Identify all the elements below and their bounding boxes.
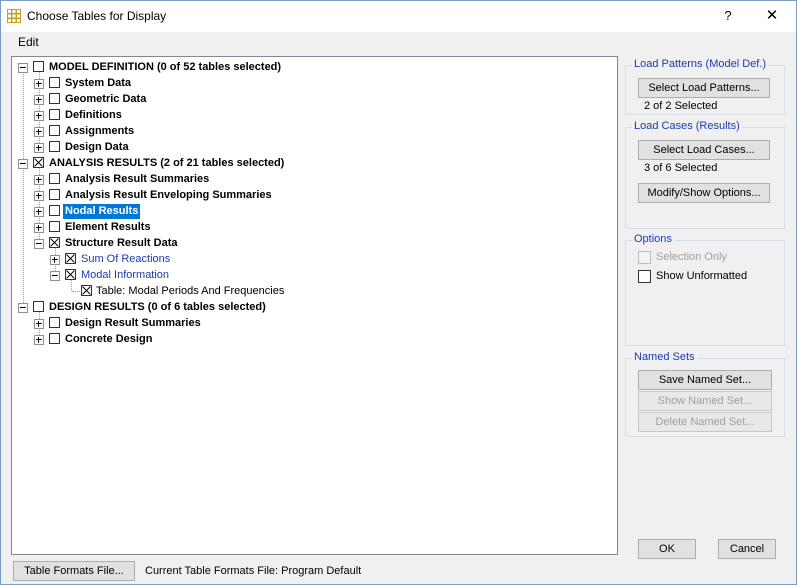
named-sets-title: Named Sets [632, 351, 697, 363]
save-named-set-button[interactable]: Save Named Set... [638, 370, 772, 390]
checkbox[interactable] [49, 77, 60, 88]
node-label: Structure Result Data [65, 237, 178, 249]
expand-icon[interactable] [34, 79, 44, 89]
expand-icon[interactable] [34, 143, 44, 153]
node-label: Analysis Result Summaries [65, 173, 210, 185]
load-patterns-title: Load Patterns (Model Def.) [632, 58, 769, 70]
named-sets-group: Named Sets Save Named Set... Show Named … [625, 351, 785, 437]
checkbox[interactable] [49, 317, 60, 328]
checkbox[interactable] [49, 221, 60, 232]
options-group: Options Selection Only Show Unformatted [625, 233, 785, 346]
collapse-icon[interactable] [18, 63, 28, 73]
options-title: Options [632, 233, 674, 245]
node-label: Design Data [65, 141, 129, 153]
node-label: Element Results [65, 221, 151, 233]
node-label: DESIGN RESULTS (0 of 6 tables selected) [49, 301, 266, 313]
selection-only-checkbox[interactable] [638, 251, 651, 264]
collapse-icon[interactable] [50, 271, 60, 281]
expand-icon[interactable] [34, 175, 44, 185]
ok-button[interactable]: OK [638, 539, 696, 559]
app-grid-icon [7, 9, 21, 23]
checkbox[interactable] [49, 109, 60, 120]
checkbox[interactable] [49, 141, 60, 152]
show-unformatted-checkbox[interactable] [638, 270, 651, 283]
menu-edit[interactable]: Edit [18, 35, 39, 49]
expand-icon[interactable] [34, 191, 44, 201]
expand-icon[interactable] [34, 127, 44, 137]
checkbox[interactable] [49, 93, 60, 104]
expand-icon[interactable] [34, 111, 44, 121]
node-label: Modal Information [81, 269, 170, 281]
tree-line [23, 71, 24, 311]
checkbox[interactable] [81, 285, 92, 296]
expand-icon[interactable] [34, 223, 44, 233]
load-cases-title: Load Cases (Results) [632, 120, 742, 132]
checkbox[interactable] [65, 253, 76, 264]
expand-icon[interactable] [50, 255, 60, 265]
expand-icon[interactable] [34, 335, 44, 345]
table-formats-file-button[interactable]: Table Formats File... [13, 561, 135, 581]
collapse-icon[interactable] [18, 159, 28, 169]
expand-icon[interactable] [34, 319, 44, 329]
show-named-set-button[interactable]: Show Named Set... [638, 391, 772, 411]
node-label: Nodal Results [63, 204, 141, 219]
tables-tree[interactable]: MODEL DEFINITION (0 of 52 tables selecte… [11, 56, 618, 555]
expand-icon[interactable] [34, 95, 44, 105]
title-bar: Choose Tables for Display ? ✕ [1, 1, 796, 32]
help-button[interactable]: ? [718, 5, 738, 27]
cancel-button[interactable]: Cancel [718, 539, 776, 559]
dialog-window: Choose Tables for Display ? ✕ Edit MODEL… [0, 0, 797, 585]
node-label: Assignments [65, 125, 135, 137]
node-label: Design Result Summaries [65, 317, 201, 329]
show-unformatted-label: Show Unformatted [656, 270, 748, 282]
node-label: System Data [65, 77, 132, 89]
tree-line [71, 279, 72, 291]
expand-icon[interactable] [34, 207, 44, 217]
node-label: Sum Of Reactions [81, 253, 171, 265]
checkbox[interactable] [49, 189, 60, 200]
checkbox[interactable] [33, 157, 44, 168]
select-load-patterns-button[interactable]: Select Load Patterns... [638, 78, 770, 98]
load-cases-group: Load Cases (Results) Select Load Cases..… [625, 120, 785, 229]
delete-named-set-button[interactable]: Delete Named Set... [638, 412, 772, 432]
node-label: Table: Modal Periods And Frequencies [96, 285, 285, 297]
node-label: MODEL DEFINITION (0 of 52 tables selecte… [49, 61, 282, 73]
modify-show-options-button[interactable]: Modify/Show Options... [638, 183, 770, 203]
collapse-icon[interactable] [34, 239, 44, 249]
checkbox[interactable] [33, 61, 44, 72]
load-patterns-status: 2 of 2 Selected [644, 100, 718, 112]
checkbox[interactable] [33, 301, 44, 312]
checkbox[interactable] [49, 125, 60, 136]
checkbox[interactable] [49, 237, 60, 248]
checkbox[interactable] [65, 269, 76, 280]
select-load-cases-button[interactable]: Select Load Cases... [638, 140, 770, 160]
window-title: Choose Tables for Display [27, 9, 167, 23]
current-table-formats-file: Current Table Formats File: Program Defa… [145, 565, 362, 577]
checkbox[interactable] [49, 205, 60, 216]
collapse-icon[interactable] [18, 303, 28, 313]
selection-only-label: Selection Only [656, 251, 727, 263]
node-label: ANALYSIS RESULTS (2 of 21 tables selecte… [49, 157, 285, 169]
load-cases-status: 3 of 6 Selected [644, 162, 718, 174]
node-label: Definitions [65, 109, 122, 121]
close-button[interactable]: ✕ [761, 5, 783, 27]
checkbox[interactable] [49, 333, 60, 344]
checkbox[interactable] [49, 173, 60, 184]
node-label: Concrete Design [65, 333, 153, 345]
node-label: Analysis Result Enveloping Summaries [65, 189, 272, 201]
menu-bar: Edit [1, 32, 796, 52]
node-label: Geometric Data [65, 93, 147, 105]
load-patterns-group: Load Patterns (Model Def.) Select Load P… [625, 58, 785, 115]
